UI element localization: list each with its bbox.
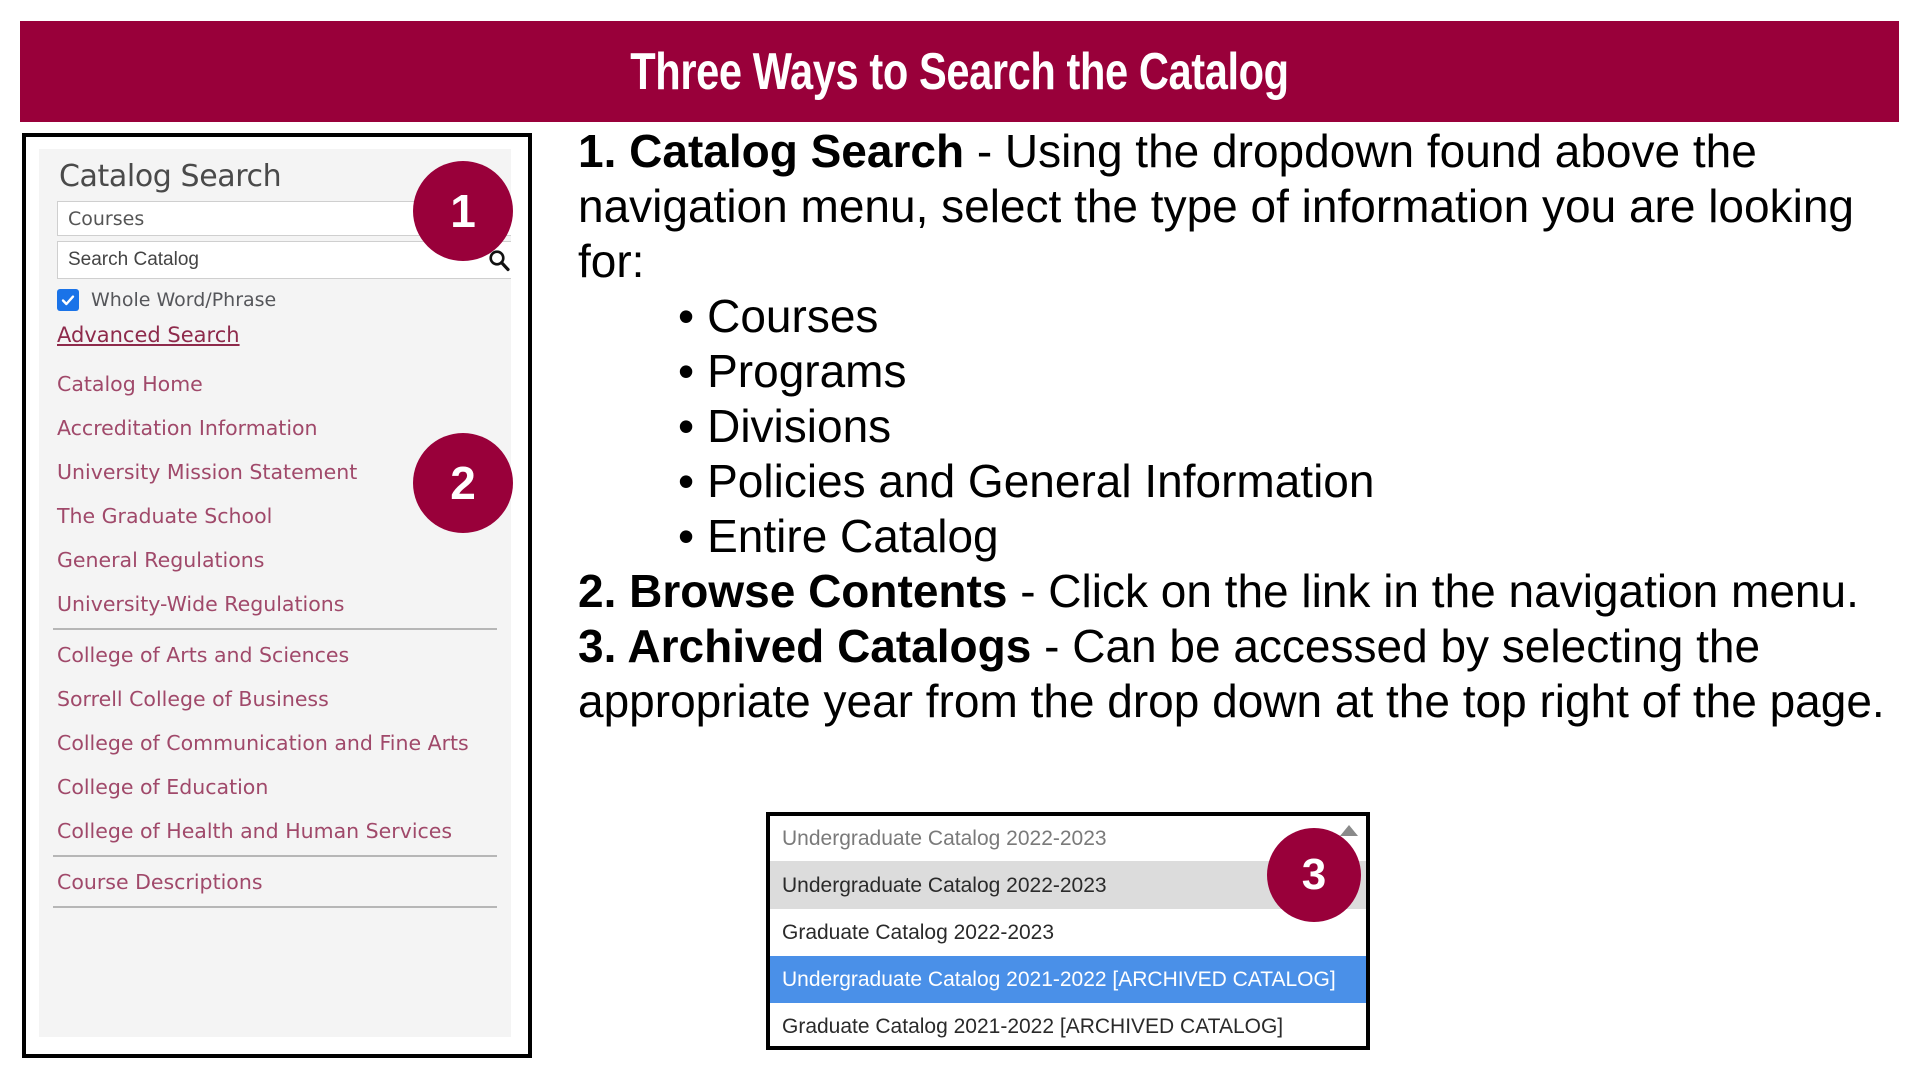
list-item-label: Courses <box>707 290 879 342</box>
instruction-item-2-body: - Click on the link in the navigation me… <box>1007 565 1859 617</box>
slide-canvas: Three Ways to Search the Catalog Catalog… <box>0 0 1920 1080</box>
instruction-item-3-title: 3. Archived Catalogs <box>578 620 1032 672</box>
list-item: • Courses <box>678 289 1908 344</box>
instruction-item-2-title: 2. Browse Contents <box>578 565 1008 617</box>
list-item-label: Divisions <box>707 400 892 452</box>
list-item-label: Programs <box>707 345 907 397</box>
sidebar-item-college-of-education[interactable]: College of Education <box>39 765 511 809</box>
advanced-search-link[interactable]: Advanced Search <box>57 323 240 347</box>
header-banner: Three Ways to Search the Catalog <box>20 21 1899 122</box>
scroll-up-arrow-icon[interactable] <box>1340 825 1358 836</box>
list-item-label: Policies and General Information <box>707 455 1375 507</box>
callout-badge-3: 3 <box>1267 828 1361 922</box>
catalog-type-bullet-list: • Courses • Programs • Divisions • Policies … <box>678 289 1908 564</box>
sidebar-divider <box>53 628 497 630</box>
year-dropdown-option-graduate-2022-2023[interactable]: Graduate Catalog 2022-2023 <box>770 909 1366 956</box>
instruction-item-2: 2. Browse Contents - Click on the link i… <box>578 564 1908 619</box>
sidebar-item-course-descriptions[interactable]: Course Descriptions <box>39 860 511 904</box>
whole-word-label: Whole Word/Phrase <box>91 289 277 311</box>
year-dropdown-option-undergraduate-2021-2022-archived[interactable]: Undergraduate Catalog 2021-2022 [ARCHIVE… <box>770 956 1366 1003</box>
sidebar-divider <box>53 906 497 908</box>
bullet-icon: • <box>678 510 695 562</box>
callout-badge-1: 1 <box>413 161 513 261</box>
callout-badge-2: 2 <box>413 433 513 533</box>
instruction-item-3: 3. Archived Catalogs - Can be accessed b… <box>578 619 1908 729</box>
list-item: • Divisions <box>678 399 1908 454</box>
sidebar-item-sorrell-college-of-business[interactable]: Sorrell College of Business <box>39 677 511 721</box>
catalog-type-select-value: Courses <box>68 207 145 230</box>
sidebar-item-college-of-communication-and-fine-arts[interactable]: College of Communication and Fine Arts <box>39 721 511 765</box>
search-input-value: Search Catalog <box>68 249 199 270</box>
sidebar-inner-panel: Catalog Search Courses Search Catalog Wh… <box>39 149 511 1037</box>
list-item: • Programs <box>678 344 1908 399</box>
whole-word-checkbox[interactable] <box>57 289 79 311</box>
whole-word-phrase-row[interactable]: Whole Word/Phrase <box>57 289 276 311</box>
instruction-item-1: 1. Catalog Search - Using the dropdown f… <box>578 124 1908 289</box>
sidebar-item-general-regulations[interactable]: General Regulations <box>39 538 511 582</box>
year-dropdown-selected-label: Undergraduate Catalog 2022-2023 <box>782 827 1107 850</box>
sidebar-item-college-of-health-and-human-services[interactable]: College of Health and Human Services <box>39 809 511 853</box>
bullet-icon: • <box>678 455 695 507</box>
list-item-label: Entire Catalog <box>707 510 999 562</box>
year-dropdown-option-graduate-2021-2022-archived[interactable]: Graduate Catalog 2021-2022 [ARCHIVED CAT… <box>770 1003 1366 1046</box>
list-item: • Entire Catalog <box>678 509 1908 564</box>
catalog-search-sidebar-screenshot: Catalog Search Courses Search Catalog Wh… <box>22 133 532 1058</box>
sidebar-item-college-of-arts-and-sciences[interactable]: College of Arts and Sciences <box>39 633 511 677</box>
catalog-search-heading: Catalog Search <box>59 159 282 194</box>
instructions-column: 1. Catalog Search - Using the dropdown f… <box>578 124 1908 729</box>
page-title: Three Ways to Search the Catalog <box>630 42 1289 101</box>
bullet-icon: • <box>678 345 695 397</box>
sidebar-item-catalog-home[interactable]: Catalog Home <box>39 362 511 406</box>
sidebar-item-university-wide-regulations[interactable]: University-Wide Regulations <box>39 582 511 626</box>
instruction-item-1-title: 1. Catalog Search <box>578 125 965 177</box>
sidebar-divider <box>53 855 497 857</box>
bullet-icon: • <box>678 400 695 452</box>
bullet-icon: • <box>678 290 695 342</box>
list-item: • Policies and General Information <box>678 454 1908 509</box>
